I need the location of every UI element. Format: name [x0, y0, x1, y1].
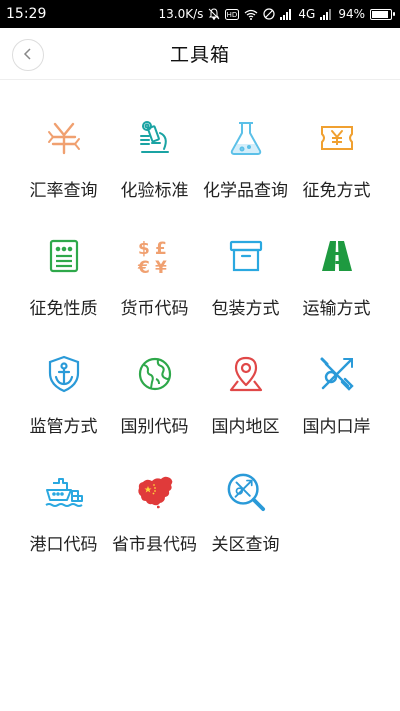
status-indicators: 13.0K/s HD 4G 94% [158, 7, 395, 21]
tool-customs-district-query[interactable]: 关区查询 [200, 464, 291, 582]
page-title: 工具箱 [169, 44, 230, 66]
svg-text:$: $ [138, 239, 150, 259]
tool-label: 化验标准 [120, 181, 189, 201]
status-time: 15:29 [6, 6, 47, 22]
tool-exemption-nature[interactable]: 征免性质 [18, 228, 109, 346]
tool-label: 汇率查询 [29, 181, 98, 201]
tool-label: 省市县代码 [112, 535, 197, 555]
highway-icon [317, 236, 357, 276]
back-button[interactable] [12, 39, 44, 71]
tool-label: 包装方式 [211, 299, 280, 319]
tool-label: 关区查询 [211, 535, 280, 555]
network-type: 4G [298, 7, 316, 21]
microscope-icon [135, 118, 175, 158]
battery-icon [370, 8, 395, 20]
net-speed: 13.0K/s [158, 7, 204, 21]
tool-label: 征免方式 [302, 181, 371, 201]
currency-symbols-icon: $ £ € ¥ [135, 236, 175, 276]
tool-label: 港口代码 [29, 535, 98, 555]
tool-supervision-method[interactable]: 监管方式 [18, 346, 109, 464]
battery-percent: 94% [338, 7, 365, 21]
tool-exemption-method[interactable]: 征免方式 [291, 110, 382, 228]
svg-text:€: € [137, 258, 150, 275]
tool-domestic-region[interactable]: 国内地区 [200, 346, 291, 464]
tool-label: 国别代码 [120, 417, 189, 437]
china-map-icon [135, 472, 175, 512]
tool-port-code[interactable]: 港口代码 [18, 464, 109, 582]
wifi-icon [244, 9, 258, 20]
signal-icon [280, 8, 293, 20]
status-bar: 15:29 13.0K/s HD 4G 94% [0, 0, 400, 28]
do-not-disturb-icon [263, 8, 275, 20]
tool-label: 国内地区 [211, 417, 280, 437]
tool-packaging-method[interactable]: 包装方式 [200, 228, 291, 346]
customs-emblem-icon [317, 354, 357, 394]
search-emblem-icon [226, 472, 266, 512]
app-header: 工具箱 [0, 28, 400, 80]
svg-text:¥: ¥ [155, 258, 167, 275]
tool-label: 征免性质 [29, 299, 98, 319]
box-icon [226, 236, 266, 276]
tool-label: 货币代码 [120, 299, 189, 319]
tool-grid: 汇率查询 化验标准 化学品查询 征免方式 征免性质 $ £ € ¥ 货币代码 包… [0, 110, 400, 582]
tool-label: 监管方式 [29, 417, 98, 437]
tool-transport-method[interactable]: 运输方式 [291, 228, 382, 346]
yuan-exchange-icon [44, 118, 84, 158]
tool-label: 运输方式 [302, 299, 371, 319]
hd-icon: HD [225, 8, 240, 20]
tool-lab-standard[interactable]: 化验标准 [109, 110, 200, 228]
tool-exchange-rate[interactable]: 汇率查询 [18, 110, 109, 228]
ship-icon [44, 472, 84, 512]
tool-label: 国内口岸 [302, 417, 371, 437]
tool-province-city-county-code[interactable]: 省市县代码 [109, 464, 200, 582]
globe-icon [135, 354, 175, 394]
mute-icon [208, 8, 220, 20]
map-pin-icon [226, 354, 266, 394]
tool-currency-code[interactable]: $ £ € ¥ 货币代码 [109, 228, 200, 346]
document-list-icon [44, 236, 84, 276]
yuan-ticket-icon [317, 118, 357, 158]
signal-icon-2 [320, 8, 333, 20]
tool-label: 化学品查询 [203, 181, 288, 201]
svg-text:£: £ [155, 239, 167, 259]
shield-anchor-icon [44, 354, 84, 394]
chevron-left-icon [21, 46, 35, 65]
tool-country-code[interactable]: 国别代码 [109, 346, 200, 464]
tool-domestic-port[interactable]: 国内口岸 [291, 346, 382, 464]
flask-icon [226, 118, 266, 158]
svg-text:HD: HD [227, 11, 238, 19]
battery-fill [372, 10, 388, 18]
tool-chemical-query[interactable]: 化学品查询 [200, 110, 291, 228]
